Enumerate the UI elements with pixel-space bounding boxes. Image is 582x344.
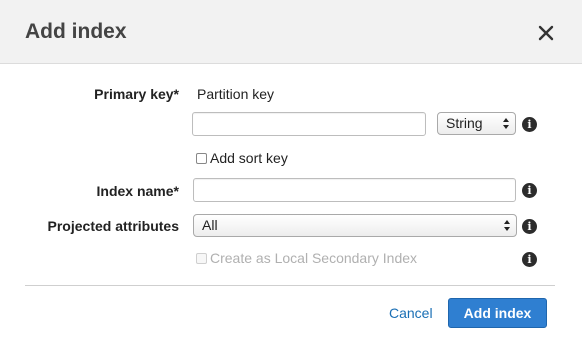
select-arrows-icon: [503, 118, 509, 129]
add-sort-key-checkbox[interactable]: [196, 153, 207, 164]
index-name-label: Index name*: [96, 183, 179, 199]
cancel-button[interactable]: Cancel: [389, 305, 433, 321]
add-index-button[interactable]: Add index: [448, 298, 547, 328]
lsi-row: Create as Local Secondary Index: [196, 250, 417, 266]
info-icon[interactable]: i: [522, 252, 537, 267]
primary-key-label: Primary key*: [94, 86, 179, 102]
dialog-header: Add index: [0, 0, 582, 64]
projected-attributes-value: All: [202, 217, 218, 233]
dialog-title: Add index: [25, 20, 127, 43]
close-button[interactable]: [536, 23, 556, 43]
partition-key-type-value: String: [446, 115, 483, 131]
lsi-checkbox: [196, 253, 207, 264]
partition-key-type-select[interactable]: String: [437, 112, 516, 135]
add-sort-key-row[interactable]: Add sort key: [196, 150, 288, 166]
projected-attributes-select[interactable]: All: [193, 214, 517, 237]
projected-attributes-label: Projected attributes: [47, 218, 179, 234]
partition-key-input[interactable]: [192, 112, 426, 136]
footer-divider: [25, 285, 555, 286]
info-icon[interactable]: i: [522, 219, 537, 234]
select-arrows-icon: [504, 220, 510, 231]
add-sort-key-label: Add sort key: [210, 150, 288, 166]
lsi-label: Create as Local Secondary Index: [210, 250, 418, 266]
close-icon: [538, 25, 554, 41]
index-name-input[interactable]: [193, 178, 516, 202]
partition-key-label: Partition key: [197, 86, 275, 102]
info-icon[interactable]: i: [522, 183, 537, 198]
info-icon[interactable]: i: [522, 117, 537, 132]
